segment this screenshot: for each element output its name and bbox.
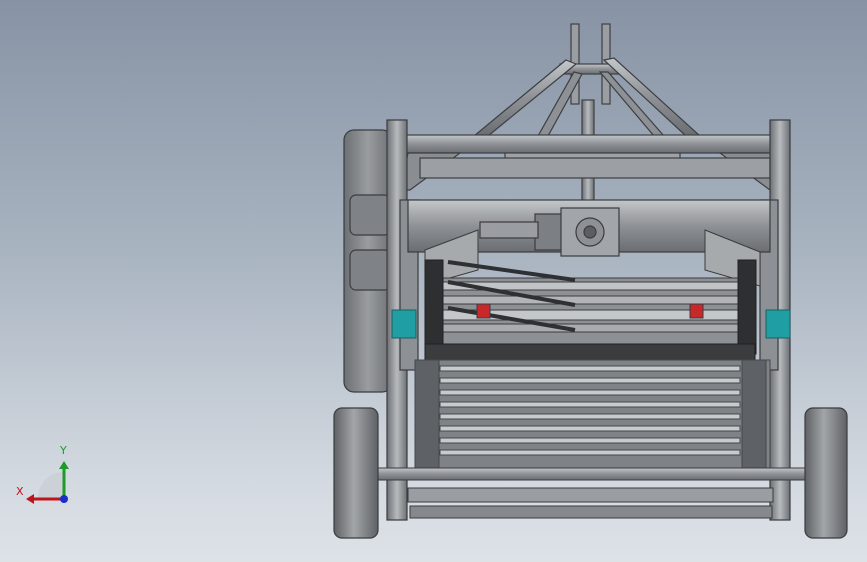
lower-rod-conveyor[interactable] [414,359,771,471]
bottom-frame [407,487,774,519]
y-axis-label: Y [60,444,67,457]
right-wheel[interactable] [804,407,848,539]
left-drive-housing[interactable] [343,129,393,393]
z-axis-dot [60,495,68,503]
cad-viewport[interactable]: X Y [0,0,867,562]
harvester-model[interactable] [0,0,867,562]
wheel-axle [359,467,831,481]
upper-conveyor[interactable] [439,260,741,345]
coordinate-triad [26,461,69,504]
left-wheel[interactable] [333,407,379,539]
x-axis-label: X [16,485,24,498]
